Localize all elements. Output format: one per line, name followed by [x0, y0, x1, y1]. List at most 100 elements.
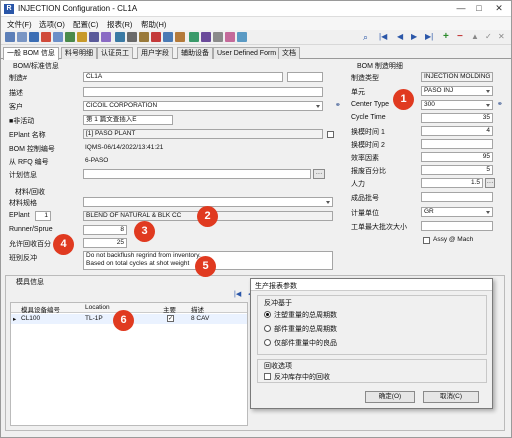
export-icon[interactable] [189, 32, 199, 42]
eplant-checkbox[interactable] [327, 131, 334, 138]
desc-field[interactable] [83, 87, 323, 97]
row-primary-checkbox[interactable]: ✓ [167, 315, 174, 322]
delete-icon[interactable] [41, 32, 51, 42]
efficiency-field[interactable]: 95 [421, 152, 493, 162]
batch-field[interactable] [421, 192, 493, 202]
labor-ellipsis-button[interactable]: ··· [485, 178, 495, 188]
close-icon[interactable]: ✕ [491, 2, 507, 15]
calendar-icon[interactable] [213, 32, 223, 42]
col-primary-header[interactable]: 主要 [163, 304, 176, 314]
add-icon[interactable]: + [443, 31, 449, 42]
minimize-icon[interactable]: — [453, 2, 469, 15]
runner-sprue-field[interactable]: 8 [83, 225, 127, 235]
material-eplant-label: EPlant [9, 212, 30, 219]
dialog-cancel-button[interactable]: 取消(C) [423, 391, 479, 403]
opt-part-weight-radio[interactable] [264, 325, 271, 332]
box-icon[interactable] [175, 32, 185, 42]
folder-icon[interactable] [77, 32, 87, 42]
mfg-type-label: 制造类型 [351, 75, 379, 82]
nav-prev-icon[interactable]: ◀ [397, 32, 403, 41]
filter-icon[interactable] [201, 32, 211, 42]
bom-control-label: BOM 控制编号 [9, 146, 55, 153]
annotation-badge-2: 2 [197, 206, 218, 227]
nav-next-icon[interactable]: ▶ [411, 32, 417, 41]
assy-checkbox[interactable] [423, 237, 430, 244]
col-tool-header[interactable]: 模具设备编号 [21, 304, 60, 314]
menu-help[interactable]: 帮助(H) [141, 19, 166, 30]
print-preview-icon[interactable] [17, 32, 27, 42]
report-icon[interactable] [89, 32, 99, 42]
settings-icon[interactable] [127, 32, 137, 42]
customer-lookup-icon[interactable]: ⚭ [335, 101, 341, 109]
tab-items[interactable]: 料号明细 [61, 47, 97, 59]
material-spec-label: 材料规格 [9, 200, 37, 207]
uom-dropdown[interactable]: GR [421, 207, 493, 217]
remove-icon[interactable]: − [457, 31, 463, 42]
save-icon[interactable] [29, 32, 39, 42]
swap-time-2-label: 换模时间 2 [351, 142, 385, 149]
unit-dropdown[interactable]: PASO INJ [421, 86, 493, 96]
labor-field[interactable]: 1.5 [421, 178, 483, 188]
flag-icon[interactable] [151, 32, 161, 42]
scrap-field[interactable]: 5 [421, 165, 493, 175]
cancel-icon[interactable]: ✕ [498, 32, 505, 41]
regrind-backflush-label: 反冲库存中的回收 [274, 374, 330, 381]
search-icon[interactable]: ⌕ [363, 32, 368, 43]
lock-icon[interactable] [139, 32, 149, 42]
config-icon[interactable] [101, 32, 111, 42]
help-icon[interactable] [237, 32, 247, 42]
maximize-icon[interactable]: □ [471, 2, 487, 15]
user-icon[interactable] [225, 32, 235, 42]
cycle-time-field[interactable]: 35 [421, 113, 493, 123]
dialog-ok-button[interactable]: 确定(O) [365, 391, 415, 403]
tooling-nav-first-icon[interactable]: |◀ [234, 290, 241, 298]
regrind-group-title: 回收选项 [264, 363, 292, 370]
bom-control-value: IQMS-06/14/2022/13:41:21 [85, 144, 164, 151]
material-eplant-field[interactable]: 1 [35, 211, 51, 221]
col-location-header[interactable]: Location [85, 304, 110, 311]
print-icon[interactable] [5, 32, 15, 42]
menu-file[interactable]: 文件(F) [7, 19, 32, 30]
swap-time-1-field[interactable]: 4 [421, 126, 493, 136]
runner-sprue-label: Runner/Sprue [9, 226, 53, 233]
plan-label: 计划信息 [9, 172, 37, 179]
copy-icon[interactable] [53, 32, 63, 42]
max-batch-label: 工单最大批次大小 [351, 224, 407, 231]
tab-user-fields[interactable]: 用户字段 [137, 47, 173, 59]
post-icon[interactable]: ✓ [485, 32, 492, 41]
nav-last-icon[interactable]: ▶| [425, 32, 433, 41]
customer-dropdown[interactable]: CICOIL CORPORATION [83, 101, 323, 111]
regrind-field[interactable]: 25 [83, 238, 127, 248]
col-desc-header[interactable]: 描述 [191, 304, 204, 314]
desc-label: 描述 [9, 90, 23, 97]
regrind-backflush-checkbox[interactable] [264, 373, 271, 380]
plan-field[interactable] [83, 169, 311, 179]
center-lookup-icon[interactable]: ⚭ [497, 100, 503, 108]
center-type-dropdown[interactable]: 300 [421, 100, 493, 110]
tab-documents[interactable]: 文档 [278, 47, 300, 59]
config-extra-field[interactable] [287, 72, 323, 82]
backflush-group: 反冲基于 注塑重量的总周期数 部件重量的总周期数 仅部件重量中的良品 [257, 295, 487, 355]
annotation-badge-5: 5 [195, 256, 216, 277]
edit-icon[interactable]: ▲ [471, 32, 479, 41]
opt-shot-weight-radio[interactable] [264, 311, 271, 318]
production-report-dialog: 生产报表参数 反冲基于 注塑重量的总周期数 部件重量的总周期数 仅部件重量中的良… [250, 278, 493, 409]
inactive-field[interactable]: 第 1 篇文查插入E [83, 115, 173, 125]
swap-time-2-field[interactable] [421, 139, 493, 149]
menu-options[interactable]: 选项(O) [39, 19, 65, 30]
menu-config[interactable]: 配置(C) [73, 19, 98, 30]
tab-aux-equipment[interactable]: 辅助设备 [177, 47, 213, 59]
chart-icon[interactable] [115, 32, 125, 42]
max-batch-field[interactable] [421, 221, 493, 231]
menu-reports[interactable]: 报表(R) [107, 19, 132, 30]
tab-user-defined-form[interactable]: User Defined Form [213, 47, 281, 59]
config-field[interactable]: CL1A [83, 72, 283, 82]
nav-first-icon[interactable]: |◀ [379, 32, 387, 41]
row-desc: 8 CAV [191, 315, 210, 322]
opt-good-parts-radio[interactable] [264, 339, 271, 346]
plan-ellipsis-button[interactable]: ··· [313, 169, 325, 179]
tool-icon[interactable] [65, 32, 75, 42]
tab-general-bom[interactable]: 一般 BOM 信息 [3, 47, 59, 60]
tab-certified[interactable]: 认证员工 [97, 47, 133, 59]
list-icon[interactable] [163, 32, 173, 42]
